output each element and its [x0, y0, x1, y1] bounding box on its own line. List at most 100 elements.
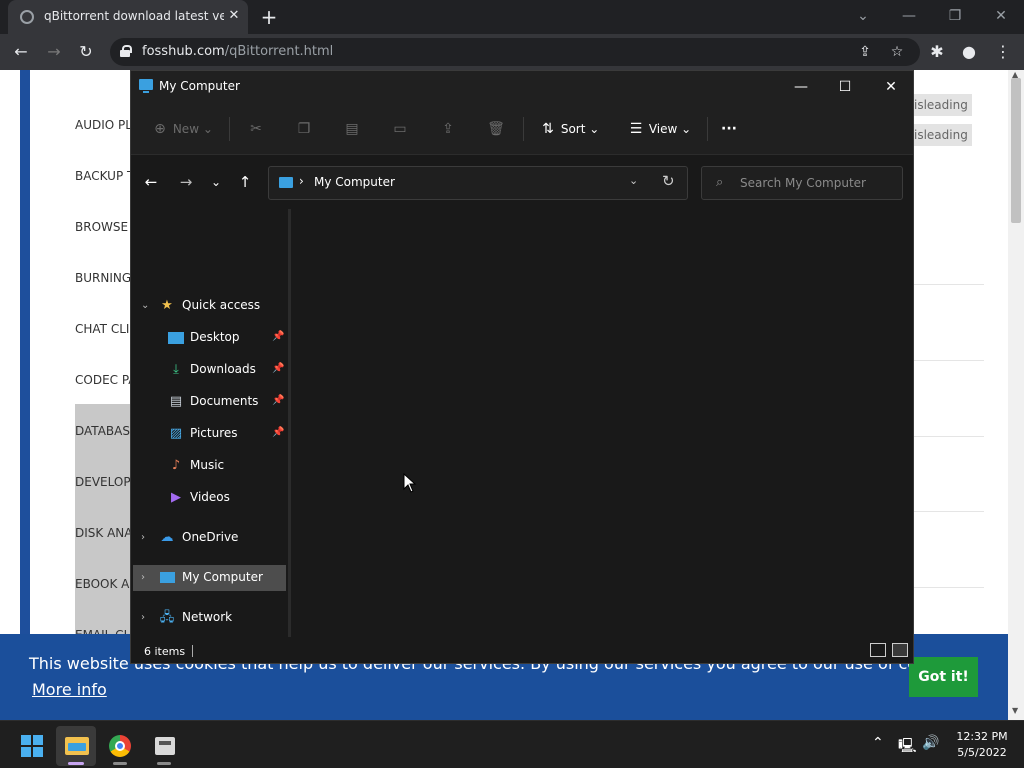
category-link[interactable]: DEVELOP: [75, 455, 135, 506]
more-options-icon[interactable]: ···: [721, 117, 737, 141]
taskbar-installer[interactable]: [144, 726, 184, 766]
row-divider: [912, 436, 984, 437]
back-arrow-icon[interactable]: ←: [10, 41, 32, 63]
tree-item-my-computer[interactable]: › My Computer: [133, 565, 286, 591]
tree-item-downloads[interactable]: ⤓ Downloads 📌: [133, 357, 286, 383]
tree-item-label: OneDrive: [182, 530, 239, 544]
cut-icon[interactable]: ✂: [247, 117, 265, 141]
tree-item-onedrive[interactable]: › ☁ OneDrive: [133, 525, 286, 551]
browser-tab-bar: qBittorrent download latest version ✕ + …: [0, 0, 1024, 34]
paste-icon[interactable]: ▤: [343, 117, 361, 141]
delete-icon[interactable]: 🗑: [487, 117, 505, 141]
tree-item-music[interactable]: ♪ Music: [133, 453, 286, 479]
pin-icon[interactable]: 📌: [272, 331, 284, 342]
search-box[interactable]: ⌕: [701, 166, 903, 200]
cloud-icon: ☁: [160, 530, 174, 545]
explorer-close-button[interactable]: ✕: [877, 75, 905, 99]
address-dropdown-icon[interactable]: ⌄: [629, 174, 638, 187]
volume-icon[interactable]: 🔊: [922, 735, 939, 751]
reload-icon[interactable]: ↻: [75, 41, 97, 63]
close-tab-icon[interactable]: ✕: [226, 8, 242, 24]
forward-arrow-icon[interactable]: →: [175, 171, 197, 193]
details-view-icon[interactable]: [870, 643, 886, 657]
cookie-more-info-link[interactable]: More info: [32, 680, 107, 699]
tree-item-label: Downloads: [190, 362, 256, 376]
tree-item-label: My Computer: [182, 570, 263, 584]
refresh-icon[interactable]: ↻: [662, 172, 675, 190]
category-link[interactable]: BURNING: [75, 251, 135, 302]
network-status-icon[interactable]: 🖳: [898, 735, 917, 759]
taskbar-file-explorer[interactable]: [56, 726, 96, 766]
share-icon[interactable]: ⇪: [439, 117, 457, 141]
share-icon[interactable]: ⇪: [856, 43, 874, 61]
recent-locations-chevron-icon[interactable]: ⌄: [205, 171, 227, 193]
category-link[interactable]: BACKUP T: [75, 149, 135, 200]
status-divider: [192, 645, 193, 657]
computer-icon: [139, 79, 153, 93]
taskbar-chrome[interactable]: [100, 726, 140, 766]
start-button[interactable]: [12, 726, 52, 766]
minimize-window-button[interactable]: —: [898, 5, 920, 27]
category-link[interactable]: DATABAS: [75, 404, 135, 455]
navigation-bar: ← → ⌄ ↑ › My Computer ⌄ ↻ ⌕: [131, 155, 913, 209]
chevron-down-icon[interactable]: ⌄: [141, 299, 151, 313]
extensions-puzzle-icon[interactable]: ✱: [926, 41, 948, 63]
rename-icon[interactable]: ▭: [391, 117, 409, 141]
pin-icon[interactable]: 📌: [272, 395, 284, 406]
chevron-right-icon[interactable]: ›: [141, 571, 151, 585]
close-window-button[interactable]: ✕: [990, 5, 1012, 27]
show-hidden-icons-chevron-icon[interactable]: ⌃: [872, 735, 884, 751]
category-link[interactable]: CODEC PA: [75, 353, 135, 404]
explorer-minimize-button[interactable]: —: [787, 75, 815, 99]
tab-search-icon[interactable]: ⌄: [852, 5, 874, 27]
tree-item-desktop[interactable]: Desktop 📌: [133, 325, 286, 351]
address-bar[interactable]: fosshub.com/qBittorrent.html ⇪ ☆: [110, 38, 920, 66]
category-link[interactable]: CHAT CLI: [75, 302, 135, 353]
tree-item-quick-access[interactable]: ⌄ ★ Quick access: [133, 293, 286, 319]
back-arrow-icon[interactable]: ←: [140, 171, 162, 193]
pin-icon[interactable]: 📌: [272, 427, 284, 438]
view-button[interactable]: ☰ View ⌄: [627, 117, 691, 141]
page-left-stripe: [20, 70, 30, 720]
large-icons-view-icon[interactable]: [892, 643, 908, 657]
tree-item-label: Network: [182, 610, 233, 624]
page-scroll-thumb[interactable]: [1011, 78, 1021, 223]
system-clock[interactable]: 12:32 PM 5/5/2022: [952, 729, 1012, 761]
file-list-pane[interactable]: [291, 209, 913, 637]
pin-icon[interactable]: 📌: [272, 363, 284, 374]
category-link[interactable]: AUDIO PL: [75, 98, 135, 149]
search-input[interactable]: [740, 175, 890, 191]
tree-item-videos[interactable]: ▶ Videos: [133, 485, 286, 511]
row-divider: [912, 284, 984, 285]
cookie-accept-button[interactable]: Got it!: [909, 657, 978, 697]
row-divider: [912, 511, 984, 512]
chevron-right-icon[interactable]: ›: [141, 611, 151, 625]
sort-button[interactable]: ⇅ Sort ⌄: [539, 117, 599, 141]
explorer-title-bar[interactable]: My Computer — ☐ ✕: [131, 71, 913, 103]
breadcrumb-my-computer[interactable]: My Computer: [314, 175, 395, 189]
tree-item-label: Documents: [190, 394, 259, 408]
new-tab-button[interactable]: +: [258, 6, 280, 28]
taskbar: ⌃ 🖳 🔊 12:32 PM 5/5/2022: [0, 720, 1024, 768]
category-link[interactable]: EBOOK A: [75, 557, 135, 608]
category-link[interactable]: BROWSE: [75, 200, 135, 251]
scroll-down-icon[interactable]: ▼: [1012, 706, 1018, 715]
category-link[interactable]: DISK ANA: [75, 506, 135, 557]
tree-item-network[interactable]: › 🖧 Network: [133, 605, 286, 631]
explorer-maximize-button[interactable]: ☐: [831, 75, 859, 99]
restore-window-button[interactable]: ❐: [944, 5, 966, 27]
browser-tab[interactable]: qBittorrent download latest version ✕: [8, 0, 248, 34]
bookmark-star-icon[interactable]: ☆: [888, 43, 906, 61]
up-arrow-icon[interactable]: ↑: [234, 171, 256, 193]
chevron-right-icon[interactable]: ›: [141, 531, 151, 545]
profile-avatar-icon[interactable]: ●: [958, 41, 980, 63]
browser-menu-icon[interactable]: ⋮: [992, 41, 1014, 63]
copy-icon[interactable]: ❐: [295, 117, 313, 141]
page-scrollbar[interactable]: ▲ ▼: [1008, 70, 1024, 720]
breadcrumb-chevron-icon[interactable]: ›: [299, 174, 304, 188]
tree-item-pictures[interactable]: ▨ Pictures 📌: [133, 421, 286, 447]
tree-item-documents[interactable]: ▤ Documents 📌: [133, 389, 286, 415]
new-button[interactable]: ⊕ New ⌄: [151, 117, 213, 141]
forward-arrow-icon[interactable]: →: [43, 41, 65, 63]
explorer-address-bar[interactable]: › My Computer ⌄ ↻: [268, 166, 688, 200]
